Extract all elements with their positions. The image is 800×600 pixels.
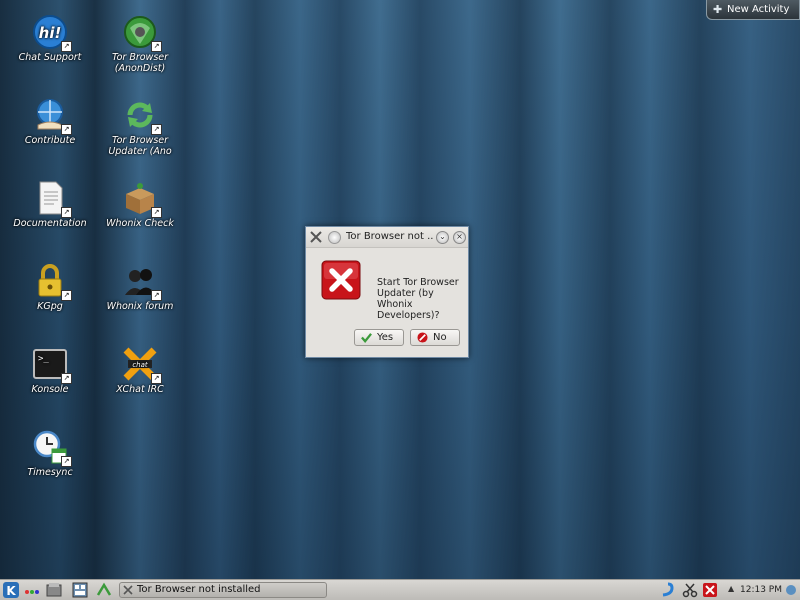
panel-cashew-icon[interactable] xyxy=(783,582,799,598)
desktop-icon-documentation[interactable]: ↗ Documentation xyxy=(9,180,91,229)
clock-icon: ↗ xyxy=(32,429,72,467)
xchat-icon: chat ↗ xyxy=(122,346,162,384)
tools-icon xyxy=(123,585,133,595)
desktop-icon-chat-support[interactable]: hi! ↗ Chat Support xyxy=(9,14,91,63)
system-settings-icon[interactable] xyxy=(72,582,88,598)
desktop-icon-whonix-forum[interactable]: ↗ Whonix forum xyxy=(99,263,181,312)
taskbar-clock[interactable]: 12:13 PM xyxy=(740,580,782,600)
confirm-dialog: Tor Browser not ... ⌄ × Start Tor Browse… xyxy=(305,226,469,358)
minimize-button[interactable]: ⌄ xyxy=(436,231,449,244)
taskbar-task-tor-browser[interactable]: Tor Browser not installed xyxy=(119,582,327,598)
network-icon[interactable] xyxy=(96,582,112,598)
tools-icon[interactable] xyxy=(309,230,323,244)
chat-support-icon: hi! ↗ xyxy=(32,14,72,52)
desktop-icon-label: Tor Browser Updater (Ano xyxy=(108,135,172,157)
file-manager-icon[interactable] xyxy=(46,582,62,598)
desktop-icon-label: Documentation xyxy=(13,218,87,229)
desktop-icon-label: Tor Browser (AnonDist) xyxy=(111,52,169,74)
desktop-icon-timesync[interactable]: ↗ Timesync xyxy=(9,429,91,478)
document-icon: ↗ xyxy=(32,180,72,218)
desktop-icon-label: KGpg xyxy=(37,301,63,312)
desktop-icon-label: Contribute xyxy=(24,135,76,146)
new-activity-label: New Activity xyxy=(727,4,790,15)
close-button[interactable]: × xyxy=(453,231,466,244)
cancel-icon xyxy=(417,332,428,343)
checkmark-icon xyxy=(361,333,372,343)
updater-refresh-icon: ↗ xyxy=(122,97,162,135)
activity-dots-icon[interactable] xyxy=(24,582,40,598)
tor-browser-icon: ↗ xyxy=(122,14,162,52)
task-label: Tor Browser not installed xyxy=(137,584,261,595)
contribute-globe-icon: ↗ xyxy=(32,97,72,135)
taskbar: K Tor Browser not installed ▲ 12:13 PM xyxy=(0,579,800,600)
no-label: No xyxy=(433,332,447,343)
window-menu-button[interactable] xyxy=(328,231,341,244)
lock-icon: ↗ xyxy=(32,263,72,301)
activity-plus-icon: ✚ xyxy=(713,3,723,16)
desktop-icon-konsole[interactable]: >_ ↗ Konsole xyxy=(9,346,91,395)
svg-text:hi!: hi! xyxy=(39,24,62,42)
desktop-icon-label: Whonix Check xyxy=(106,218,174,229)
users-forum-icon: ↗ xyxy=(122,263,162,301)
no-button[interactable]: No xyxy=(410,329,460,346)
svg-text:chat: chat xyxy=(132,361,148,369)
desktop-icon-label: Chat Support xyxy=(18,52,82,63)
system-tray-expand-icon[interactable]: ▲ xyxy=(728,584,734,593)
desktop-icon-label: Whonix forum xyxy=(106,301,174,312)
dialog-message: Start Tor Browser Updater (by Whonix Dev… xyxy=(377,277,459,321)
desktop-icon-whonix-check[interactable]: ↗ Whonix Check xyxy=(99,180,181,229)
desktop-icon-xchat-irc[interactable]: chat ↗ XChat IRC xyxy=(99,346,181,395)
desktop-icon-tor-browser-updater[interactable]: ↗ Tor Browser Updater (Ano xyxy=(99,97,181,157)
svg-text:K: K xyxy=(6,584,16,598)
dialog-title: Tor Browser not ... xyxy=(346,231,434,242)
new-activity-button[interactable]: ✚ New Activity xyxy=(706,0,800,20)
svg-text:>_: >_ xyxy=(38,354,49,364)
error-icon xyxy=(321,260,361,300)
package-box-icon: ↗ xyxy=(122,180,162,218)
yes-button[interactable]: Yes xyxy=(354,329,404,346)
kde-menu-icon[interactable]: K xyxy=(3,582,19,598)
notification-error-icon[interactable] xyxy=(702,582,718,598)
desktop-icon-label: XChat IRC xyxy=(116,384,164,395)
desktop-icon-label: Timesync xyxy=(27,467,73,478)
dialog-titlebar[interactable]: Tor Browser not ... ⌄ × xyxy=(306,227,468,248)
terminal-icon: >_ ↗ xyxy=(32,346,72,384)
desktop-icon-tor-browser-anondist[interactable]: ↗ Tor Browser (AnonDist) xyxy=(99,14,181,74)
desktop-icon-kgpg[interactable]: ↗ KGpg xyxy=(9,263,91,312)
desktop-icon-label: Konsole xyxy=(31,384,69,395)
desktop-icon-contribute[interactable]: ↗ Contribute xyxy=(9,97,91,146)
klipper-scissors-icon[interactable] xyxy=(682,582,698,598)
yes-label: Yes xyxy=(377,332,394,343)
tor-arm-icon[interactable] xyxy=(660,582,676,598)
